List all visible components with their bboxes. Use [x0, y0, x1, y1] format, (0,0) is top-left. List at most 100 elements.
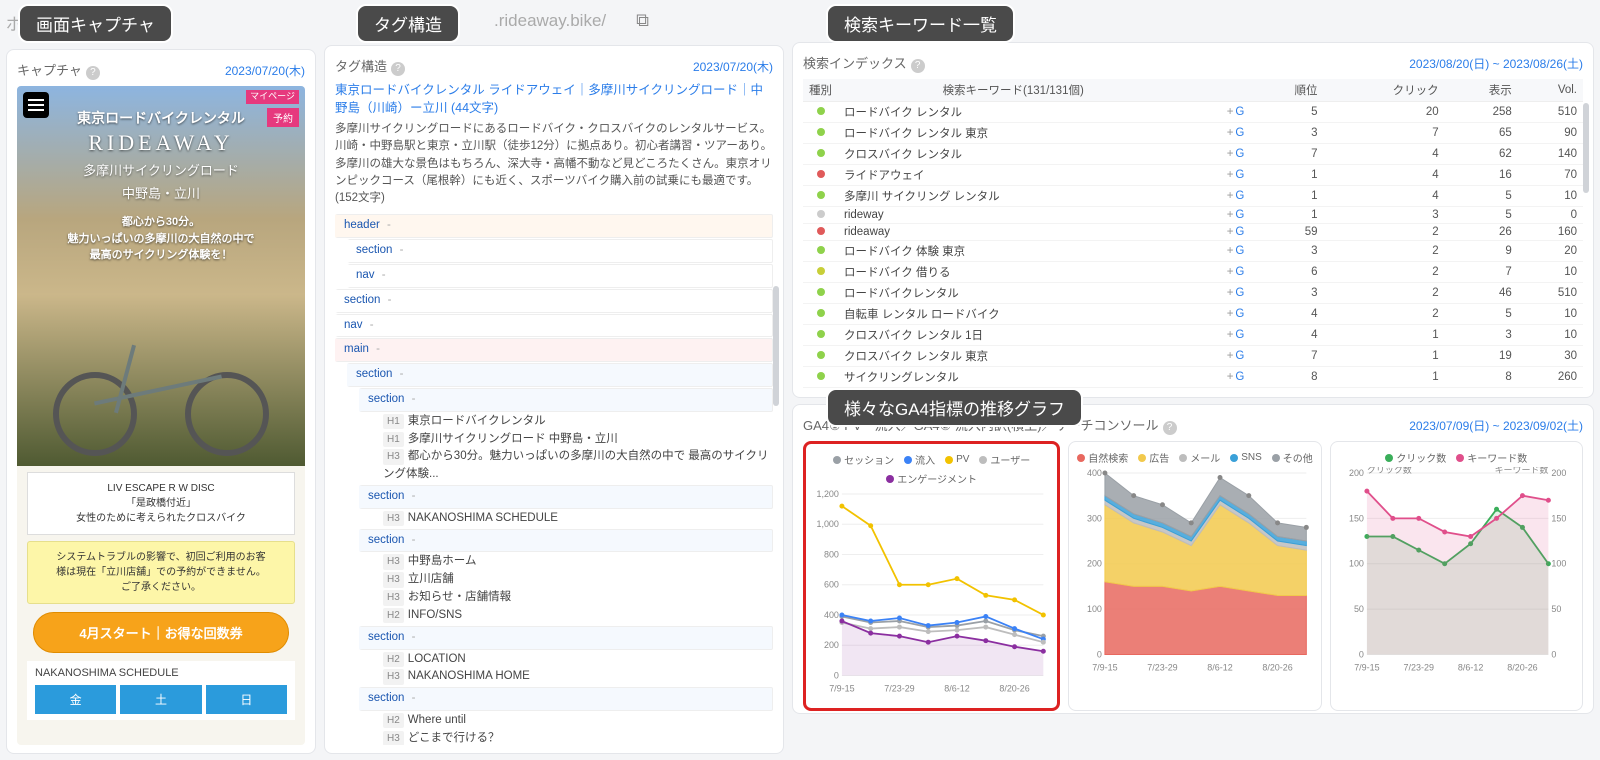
svg-text:50: 50 — [1551, 604, 1561, 614]
tree-heading[interactable]: H3NAKANOSHIMA HOME — [383, 668, 773, 686]
ga-date[interactable]: 2023/07/09(日) ~ 2023/09/02(土) — [1409, 417, 1583, 434]
svg-text:7/9-15: 7/9-15 — [1354, 662, 1379, 672]
kw-col[interactable]: 検索キーワード(131/131個) — [838, 79, 1188, 102]
tree-node[interactable]: section - — [359, 485, 773, 509]
legend-item[interactable]: キーワード数 — [1456, 450, 1527, 465]
help-icon[interactable]: ? — [86, 66, 100, 80]
svg-text:1,200: 1,200 — [816, 489, 838, 499]
tree-heading[interactable]: H3都心から30分。魅力いっぱいの多摩川の大自然の中で 最高のサイクリング体験.… — [383, 448, 773, 484]
reserve-badge[interactable]: 予約 — [267, 108, 299, 127]
legend-item[interactable]: セッション — [833, 452, 894, 467]
tree-node[interactable]: section - — [359, 626, 773, 650]
tag-date[interactable]: 2023/07/20(木) — [693, 58, 773, 75]
kw-col[interactable]: 順位 — [1250, 79, 1323, 102]
capture-date[interactable]: 2023/07/20(木) — [225, 62, 305, 79]
hero-sub2: 中野島・立川 — [17, 183, 305, 202]
svg-text:300: 300 — [1087, 513, 1102, 523]
tree-node[interactable]: nav - — [347, 264, 773, 288]
tree-node[interactable]: nav - — [335, 314, 773, 338]
tree-heading[interactable]: H2INFO/SNS — [383, 607, 773, 625]
svg-text:100: 100 — [1087, 604, 1102, 614]
kw-row[interactable]: 多摩川 サイクリング レンタル+G14510 — [803, 186, 1583, 207]
svg-text:100: 100 — [1349, 559, 1364, 569]
legend-item[interactable]: その他 — [1272, 450, 1313, 465]
kw-title: 検索インデックス? — [803, 53, 925, 73]
legend-item[interactable]: PV — [945, 452, 969, 467]
tree-heading[interactable]: H3お知らせ・店舗情報 — [383, 589, 773, 607]
scrollbar[interactable] — [773, 286, 779, 406]
kw-row[interactable]: クロスバイク レンタル 1日+G41310 — [803, 325, 1583, 346]
kw-row[interactable]: 自転車 レンタル ロードバイク+G42510 — [803, 304, 1583, 325]
tag-tree[interactable]: header -section -nav -section -nav -main… — [335, 213, 773, 745]
kw-col[interactable]: 表示 — [1445, 79, 1518, 102]
schedule-day[interactable]: 土 — [120, 685, 201, 714]
help-icon[interactable]: ? — [1163, 421, 1177, 435]
svg-text:150: 150 — [1551, 513, 1566, 523]
kw-row[interactable]: クロスバイク レンタル 東京+G711930 — [803, 346, 1583, 367]
kw-row[interactable]: ロードバイク 借りる+G62710 — [803, 262, 1583, 283]
open-external-icon[interactable]: ⧉ — [636, 10, 649, 31]
legend-item[interactable]: エンゲージメント — [886, 471, 977, 486]
kw-col[interactable]: クリック — [1323, 79, 1444, 102]
tree-node[interactable]: section - — [359, 388, 773, 412]
capture-preview: マイページ 予約 東京ロードバイクレンタル RIDEAWAY 多摩川サイクリング… — [17, 86, 305, 745]
tree-heading[interactable]: H1東京ロードバイクレンタル — [383, 413, 773, 431]
kw-date[interactable]: 2023/08/20(日) ~ 2023/08/26(土) — [1409, 55, 1583, 72]
tree-node[interactable]: section - — [347, 239, 773, 263]
schedule-day[interactable]: 金 — [35, 685, 116, 714]
chart-search: クリック数キーワード数 2001501005007/9-157/23-298/6… — [1330, 441, 1583, 711]
kw-row[interactable]: ロードバイク レンタル 東京+G376590 — [803, 123, 1583, 144]
legend-item[interactable]: 広告 — [1138, 450, 1169, 465]
kw-row[interactable]: ライドアウェイ+G141670 — [803, 165, 1583, 186]
tree-heading[interactable]: H2Where until — [383, 712, 773, 730]
help-icon[interactable]: ? — [911, 59, 925, 73]
panel-capture: キャプチャ? 2023/07/20(木) マイページ 予約 東京ロードバイクレン… — [6, 49, 316, 754]
legend-item[interactable]: 流入 — [904, 452, 935, 467]
tree-node[interactable]: section - — [335, 289, 773, 313]
svg-text:8/20-26: 8/20-26 — [1507, 662, 1537, 672]
legend-item[interactable]: ユーザー — [979, 452, 1030, 467]
kw-col[interactable]: Vol. — [1518, 79, 1583, 102]
hero-sub1: 多摩川サイクリングロード — [17, 160, 305, 179]
legend-item[interactable]: メール — [1179, 450, 1220, 465]
tree-node[interactable]: main - — [335, 338, 773, 362]
svg-text:200: 200 — [1087, 559, 1102, 569]
tree-node[interactable]: section - — [359, 529, 773, 553]
tree-heading[interactable]: H2LOCATION — [383, 651, 773, 669]
kw-row[interactable]: rideaway+G59226160 — [803, 224, 1583, 241]
legend-item[interactable]: 自然検索 — [1077, 450, 1128, 465]
menu-icon[interactable] — [23, 92, 49, 118]
svg-text:8/6-12: 8/6-12 — [1208, 662, 1233, 672]
kw-row[interactable]: rideway+G1350 — [803, 207, 1583, 224]
svg-text:800: 800 — [824, 549, 839, 559]
legend-item[interactable]: SNS — [1230, 450, 1262, 465]
capture-title: キャプチャ? — [17, 60, 100, 80]
svg-text:0: 0 — [1359, 649, 1364, 659]
svg-text:400: 400 — [824, 610, 839, 620]
kw-row[interactable]: ロードバイクレンタル+G3246510 — [803, 283, 1583, 304]
kw-row[interactable]: ロードバイク 体験 東京+G32920 — [803, 241, 1583, 262]
tree-node[interactable]: section - — [359, 687, 773, 711]
tree-node[interactable]: section - — [347, 363, 773, 387]
tree-heading[interactable]: H3どこまで行ける？ — [383, 730, 773, 745]
kw-row[interactable]: サイクリングレンタル+G818260 — [803, 367, 1583, 388]
help-icon[interactable]: ? — [391, 62, 405, 76]
label-capture: 画面キャプチャ — [18, 4, 173, 43]
tree-heading[interactable]: H1多摩川サイクリングロード 中野島・立川 — [383, 431, 773, 449]
mypage-badge[interactable]: マイページ — [246, 90, 299, 104]
schedule-day[interactable]: 日 — [206, 685, 287, 714]
kw-col[interactable]: 種別 — [803, 79, 838, 102]
svg-text:7/9-15: 7/9-15 — [1093, 662, 1118, 672]
page-title-link[interactable]: 東京ロードバイクレンタル ライドアウェイ｜多摩川サイクリングロード｜中野島（川崎… — [335, 82, 773, 117]
cta-button[interactable]: 4月スタート｜お得な回数券 — [33, 612, 289, 653]
svg-text:7/9-15: 7/9-15 — [829, 683, 854, 693]
tree-heading[interactable]: H3NAKANOSHIMA SCHEDULE — [383, 510, 773, 528]
tree-node[interactable]: header - — [335, 214, 773, 238]
legend-item[interactable]: クリック数 — [1385, 450, 1446, 465]
kw-row[interactable]: ロードバイク レンタル+G520258510 — [803, 102, 1583, 123]
tree-heading[interactable]: H3中野島ホーム — [383, 553, 773, 571]
scrollbar[interactable] — [1583, 103, 1589, 193]
tree-heading[interactable]: H3立川店舗 — [383, 571, 773, 589]
svg-text:8/6-12: 8/6-12 — [1458, 662, 1483, 672]
kw-row[interactable]: クロスバイク レンタル+G7462140 — [803, 144, 1583, 165]
